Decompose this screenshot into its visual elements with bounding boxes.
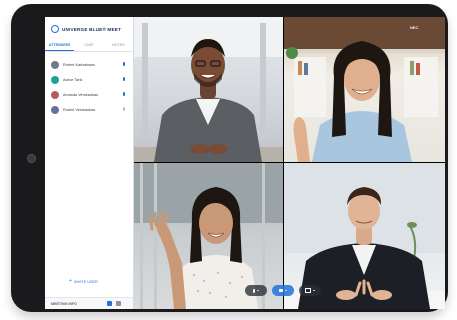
- tab-notes[interactable]: NOTES: [104, 41, 133, 51]
- mic-icon: [252, 288, 256, 293]
- brand-logo-icon: [51, 25, 59, 33]
- avatar: [51, 90, 59, 99]
- copy-icon[interactable]: [107, 301, 112, 306]
- camera-icon: [279, 288, 284, 293]
- avatar: [51, 75, 59, 84]
- add-user-icon: +: [69, 278, 72, 284]
- tab-chat[interactable]: CHAT: [74, 41, 103, 51]
- attendee-name: Amanda Verskaubas: [63, 92, 99, 97]
- camera-button[interactable]: [272, 285, 294, 296]
- brand: UNIVERGE BLUE® MEET: [51, 25, 121, 33]
- participant-video: [284, 17, 445, 162]
- attendee-list: Robert Karlsakstes Active Tank Amanda Ve…: [45, 57, 133, 117]
- mute-button[interactable]: [245, 285, 267, 296]
- brand-name: UNIVERGE BLUE® MEET: [62, 26, 121, 32]
- tablet-frame: UNIVERGE BLUE® MEET ATTENDEES CHAT NOTES…: [11, 4, 448, 312]
- chevron-dot-icon: [285, 289, 287, 292]
- screen-share-button[interactable]: [299, 285, 321, 296]
- mic-icon[interactable]: [122, 92, 125, 96]
- mic-icon[interactable]: [122, 77, 125, 81]
- participant-video: [134, 17, 283, 162]
- avatar: [51, 105, 59, 114]
- screen-share-icon: [305, 288, 312, 293]
- tab-attendees[interactable]: ATTENDEES: [45, 41, 75, 51]
- attendee-row[interactable]: Robert Verskaubas: [45, 102, 133, 117]
- video-tile[interactable]: [134, 17, 283, 162]
- attendee-name: Robert Karlsakstes: [63, 62, 96, 67]
- attendee-name: Active Tank: [63, 77, 83, 82]
- chevron-dot-icon: [257, 289, 260, 292]
- tile-badge: NEC: [410, 25, 419, 30]
- meeting-screen: UNIVERGE BLUE® MEET ATTENDEES CHAT NOTES…: [45, 17, 445, 309]
- video-tile[interactable]: NEC: [284, 17, 445, 162]
- mic-icon[interactable]: [122, 62, 125, 66]
- attendee-row[interactable]: Robert Karlsakstes: [45, 57, 133, 72]
- mic-muted-icon[interactable]: [122, 107, 125, 111]
- invite-user-label: INVITE USER: [73, 279, 98, 284]
- attendee-row[interactable]: Active Tank: [45, 72, 133, 87]
- share-icon[interactable]: [116, 301, 121, 306]
- avatar: [51, 60, 59, 69]
- attendee-row[interactable]: Amanda Verskaubas: [45, 87, 133, 102]
- invite-user-link[interactable]: + INVITE USER: [69, 279, 98, 284]
- sidebar-tabs: ATTENDEES CHAT NOTES: [45, 41, 133, 52]
- sidebar-footer: MEETING INFO: [45, 297, 133, 309]
- chevron-dot-icon: [313, 289, 315, 292]
- sidebar: UNIVERGE BLUE® MEET ATTENDEES CHAT NOTES…: [45, 17, 134, 309]
- attendee-name: Robert Verskaubas: [63, 107, 96, 112]
- call-controls: [245, 285, 321, 296]
- front-camera: [27, 154, 36, 163]
- meeting-info-button[interactable]: MEETING INFO: [51, 302, 77, 306]
